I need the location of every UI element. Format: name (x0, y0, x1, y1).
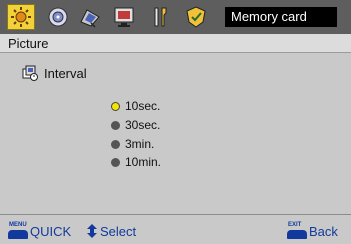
back-label: Back (309, 224, 338, 239)
setup-shield-icon[interactable] (183, 5, 209, 29)
picture-settings-icon[interactable] (7, 4, 35, 30)
radio-selected-icon (111, 101, 120, 111)
option-10sec[interactable]: 10sec. (111, 98, 160, 114)
source-label: Memory card (225, 7, 337, 27)
footer-hints: MENU QUICK Select EXIT Back (0, 214, 351, 244)
quick-label: QUICK (30, 224, 72, 239)
exit-key-icon: EXIT (287, 222, 307, 239)
tv-menu-screen: Memory card Picture Interval 10sec. 30se… (0, 0, 351, 244)
quick-hint[interactable]: MENU QUICK (8, 221, 71, 239)
radio-icon (111, 139, 120, 149)
section-title: Picture (0, 34, 351, 53)
back-hint[interactable]: EXIT Back (287, 221, 338, 239)
radio-icon (111, 157, 120, 167)
up-down-arrows-icon (86, 223, 98, 239)
tools-icon[interactable] (147, 5, 173, 29)
channel-satellite-icon[interactable] (77, 5, 103, 29)
display-monitor-icon[interactable] (111, 5, 137, 29)
setting-label: Interval (44, 65, 87, 81)
option-label: 10min. (125, 155, 162, 169)
select-label: Select (100, 224, 137, 239)
sound-disc-icon[interactable] (45, 5, 71, 29)
option-label: 3min. (125, 137, 155, 151)
top-toolbar: Memory card (0, 0, 351, 34)
option-30sec[interactable]: 30sec. (111, 117, 160, 133)
option-3min[interactable]: 3min. (111, 136, 154, 152)
slideshow-interval-icon (22, 65, 38, 81)
menu-key-icon: MENU (8, 222, 28, 239)
option-10min[interactable]: 10min. (111, 154, 161, 170)
option-label: 10sec. (125, 99, 161, 113)
settings-panel: Interval 10sec. 30sec. 3min. 10min. (0, 54, 351, 214)
option-label: 30sec. (125, 118, 161, 132)
select-hint: Select (86, 221, 136, 239)
radio-icon (111, 120, 120, 130)
setting-interval[interactable]: Interval (22, 64, 87, 82)
